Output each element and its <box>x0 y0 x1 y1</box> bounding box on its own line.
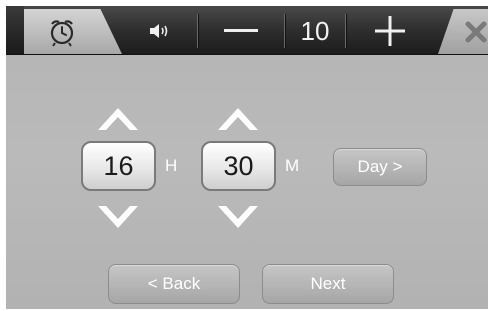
alarm-tab[interactable] <box>24 9 122 54</box>
volume-value: 10 <box>300 15 330 46</box>
plus-icon <box>375 16 405 46</box>
minute-unit: M <box>285 156 300 175</box>
topbar-divider <box>345 14 346 48</box>
alarm-screen: 10 16 H 30 M Day > < Back Next <box>6 6 488 309</box>
close-icon <box>465 21 487 42</box>
back-button[interactable]: < Back <box>108 264 240 304</box>
day-button[interactable]: Day > <box>333 148 427 186</box>
minute-down-arrow[interactable] <box>218 206 258 230</box>
next-button[interactable]: Next <box>262 264 394 304</box>
minute-up-arrow[interactable] <box>218 106 258 130</box>
hour-unit: H <box>165 156 178 175</box>
close-tab[interactable] <box>438 9 488 54</box>
topbar-divider <box>197 14 198 48</box>
volume-down-button[interactable] <box>199 14 283 48</box>
speaker-icon <box>150 24 168 38</box>
hour-value[interactable]: 16 <box>81 141 156 191</box>
volume-speaker[interactable] <box>124 14 196 48</box>
volume-up-button[interactable] <box>347 14 433 48</box>
hour-up-arrow[interactable] <box>98 106 138 130</box>
alarm-clock-icon <box>50 19 74 47</box>
hour-down-arrow[interactable] <box>98 206 138 230</box>
topbar-divider <box>284 14 285 48</box>
top-bar: 10 <box>6 6 488 55</box>
minus-icon <box>224 29 258 32</box>
top-bar-edge <box>6 6 24 54</box>
minute-value[interactable]: 30 <box>201 141 276 191</box>
